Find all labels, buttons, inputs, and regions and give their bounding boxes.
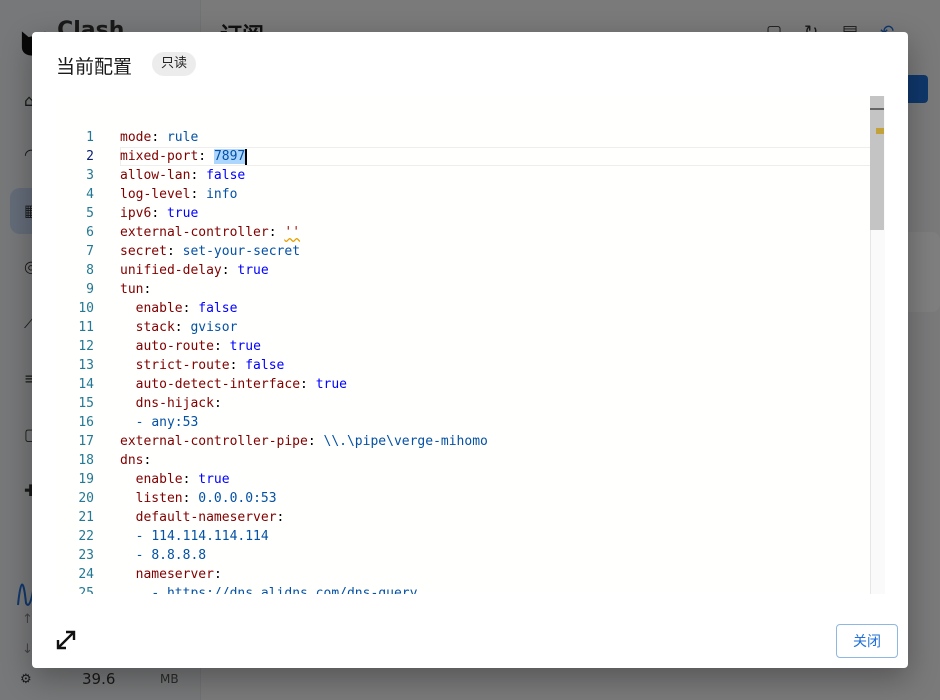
line-code: nameserver: — [135, 567, 222, 582]
line-number: 18 — [78, 453, 94, 468]
line-number: 21 — [78, 510, 94, 525]
readonly-badge: 只读 — [152, 52, 197, 76]
expand-icon — [56, 630, 76, 650]
line-number: 16 — [78, 415, 94, 430]
line-code: external-controller-pipe: \\.\pipe\verge… — [120, 434, 488, 449]
line-code: enable: true — [135, 472, 230, 487]
line-number: 8 — [86, 263, 94, 278]
code-line: 18 dns: — [56, 451, 856, 470]
code-line: 16 - any:53 — [56, 413, 856, 432]
line-number: 11 — [78, 320, 94, 335]
line-code: default-nameserver: — [135, 510, 285, 525]
line-number: 24 — [78, 567, 94, 582]
code-line: 21 default-nameserver: — [56, 508, 856, 527]
code-line: 23 - 8.8.8.8 — [56, 546, 856, 565]
line-number: 10 — [78, 301, 94, 316]
line-number: 15 — [78, 396, 94, 411]
line-code: auto-detect-interface: true — [135, 377, 347, 392]
line-number: 23 — [78, 548, 94, 563]
code-line: 5 ipv6: true — [56, 204, 856, 223]
line-code: ipv6: true — [120, 206, 199, 221]
line-code: mode: rule — [120, 130, 199, 145]
code-line: 6 external-controller: '' — [56, 223, 856, 242]
line-number: 19 — [78, 472, 94, 487]
line-number: 9 — [86, 282, 94, 297]
code-line: 22 - 114.114.114.114 — [56, 527, 856, 546]
code-line: 11 stack: gvisor — [56, 318, 856, 337]
code-line: 9 tun: — [56, 280, 856, 299]
line-code: stack: gvisor — [135, 320, 238, 335]
line-code: listen: 0.0.0.0:53 — [135, 491, 277, 506]
config-dialog: 当前配置 只读 1 mode: rule 2 mixed-port: 7897 3 all… — [32, 32, 908, 668]
line-number: 1 — [86, 130, 94, 145]
line-number: 25 — [78, 586, 94, 594]
code-line: 12 auto-route: true — [56, 337, 856, 356]
line-number: 6 — [86, 225, 94, 240]
code-line: 2 mixed-port: 7897 — [56, 147, 856, 166]
line-code: tun: — [120, 282, 152, 297]
line-number: 17 — [78, 434, 94, 449]
code-line: 7 secret: set-your-secret — [56, 242, 856, 261]
editor-scrollbar-thumb[interactable] — [870, 96, 884, 230]
code-line: 17 external-controller-pipe: \\.\pipe\ver… — [56, 432, 856, 451]
line-number: 2 — [86, 149, 94, 164]
code-line: 1 mode: rule — [56, 128, 856, 147]
line-code: - https://dns.alidns.com/dns-query — [151, 586, 418, 594]
editor-lines: 1 mode: rule 2 mixed-port: 7897 3 allow-lan: … — [56, 128, 856, 594]
line-code: dns-hijack: — [135, 396, 222, 411]
code-line: 4 log-level: info — [56, 185, 856, 204]
line-code: log-level: info — [120, 187, 238, 202]
line-code: unified-delay: true — [120, 263, 269, 278]
line-number: 22 — [78, 529, 94, 544]
line-number: 12 — [78, 339, 94, 354]
dialog-title: 当前配置 — [56, 56, 133, 78]
code-line: 15 dns-hijack: — [56, 394, 856, 413]
code-line: 24 nameserver: — [56, 565, 856, 584]
code-line: 20 listen: 0.0.0.0:53 — [56, 489, 856, 508]
line-code: strict-route: false — [135, 358, 285, 373]
code-line: 8 unified-delay: true — [56, 261, 856, 280]
line-code: - 114.114.114.114 — [135, 529, 269, 544]
code-line: 25 - https://dns.alidns.com/dns-query — [56, 584, 856, 594]
text-cursor — [245, 148, 248, 165]
line-code: secret: set-your-secret — [120, 244, 301, 259]
line-code: auto-route: true — [135, 339, 261, 354]
close-button[interactable]: 关闭 — [836, 624, 898, 658]
code-line: 3 allow-lan: false — [56, 166, 856, 185]
line-code: - 8.8.8.8 — [135, 548, 207, 563]
line-code: external-controller: '' — [120, 225, 301, 240]
code-line: 14 auto-detect-interface: true — [56, 375, 856, 394]
code-line: 10 enable: false — [56, 299, 856, 318]
line-number: 14 — [78, 377, 94, 392]
expand-button[interactable] — [54, 628, 78, 652]
line-number: 7 — [86, 244, 94, 259]
scrollbar-warning-marker — [876, 128, 884, 134]
scrollbar-cursor-marker — [870, 108, 884, 110]
line-code: - any:53 — [135, 415, 199, 430]
code-line: 19 enable: true — [56, 470, 856, 489]
line-number: 3 — [86, 168, 94, 183]
line-number: 20 — [78, 491, 94, 506]
line-code: allow-lan: false — [120, 168, 246, 183]
line-code: enable: false — [135, 301, 238, 316]
line-code: mixed-port: 7897 — [120, 148, 248, 165]
line-number: 4 — [86, 187, 94, 202]
code-editor[interactable]: 1 mode: rule 2 mixed-port: 7897 3 allow-lan: … — [56, 96, 884, 594]
line-number: 5 — [86, 206, 94, 221]
code-line: 13 strict-route: false — [56, 356, 856, 375]
line-code: dns: — [120, 453, 152, 468]
line-number: 13 — [78, 358, 94, 373]
